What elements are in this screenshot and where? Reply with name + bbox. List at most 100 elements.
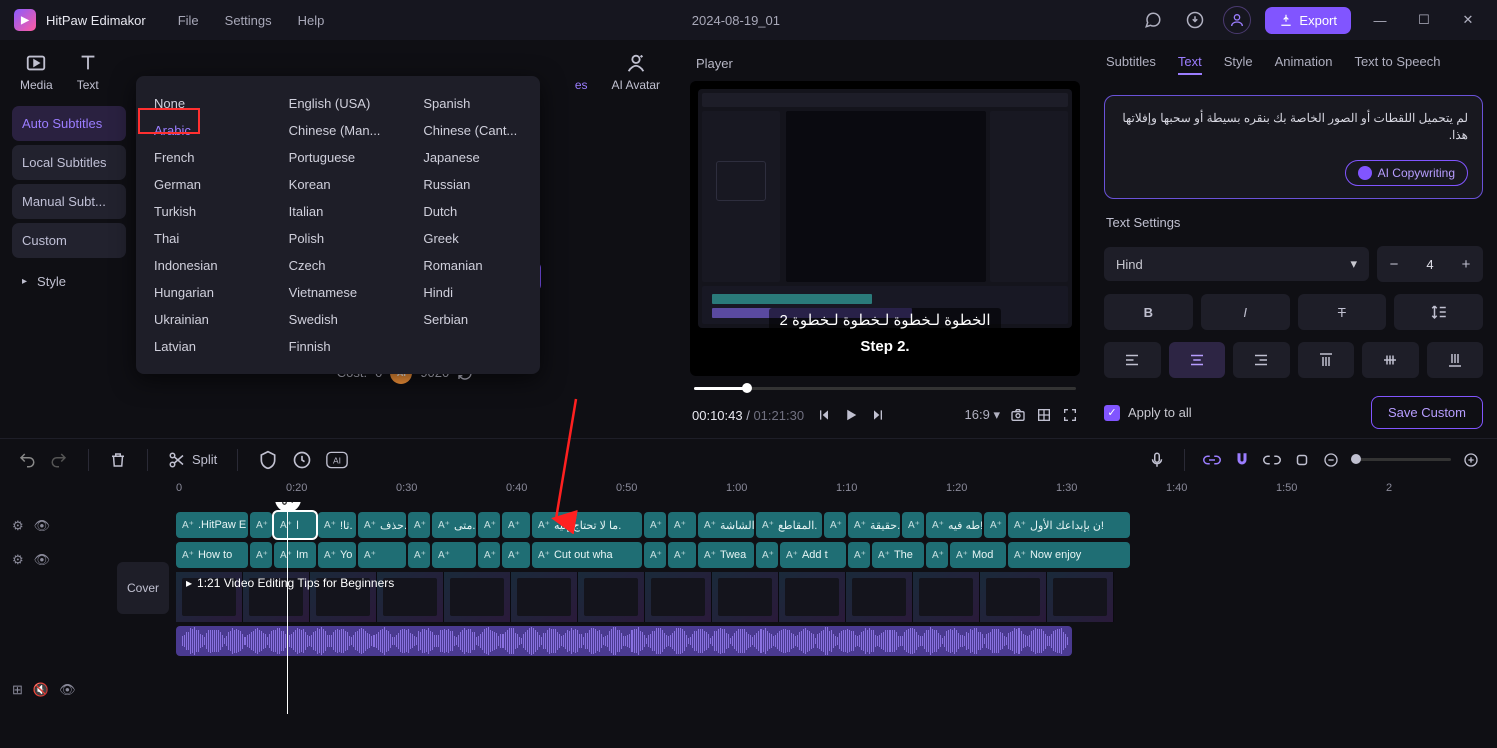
line-height-button[interactable] bbox=[1394, 294, 1483, 330]
mic-icon[interactable] bbox=[1148, 451, 1166, 469]
language-option[interactable]: Ukrainian bbox=[136, 306, 271, 333]
language-option[interactable]: Chinese (Man... bbox=[271, 117, 406, 144]
subtitle-clip[interactable]: A⁺ bbox=[250, 512, 272, 538]
tab-ai-avatar[interactable]: AI Avatar bbox=[612, 52, 660, 92]
subtitle-clip[interactable]: A⁺ bbox=[644, 512, 666, 538]
timeline-ruler[interactable]: 00:200:300:400:501:001:101:201:301:401:5… bbox=[176, 480, 1497, 502]
marker-icon[interactable] bbox=[258, 450, 278, 470]
rtab-style[interactable]: Style bbox=[1224, 54, 1253, 75]
language-option[interactable]: Korean bbox=[271, 171, 406, 198]
rtab-tts[interactable]: Text to Speech bbox=[1354, 54, 1440, 75]
subtab-manual-subtitles[interactable]: Manual Subt... bbox=[12, 184, 126, 219]
track-visibility-icon[interactable]: 👁 bbox=[34, 518, 51, 534]
subtitle-clip[interactable]: A⁺ bbox=[502, 542, 530, 568]
player-viewport[interactable]: الخطوة لـخطوة لـخطوة لـخطوة 2 Step 2. bbox=[690, 81, 1080, 376]
subtitle-track-arabic[interactable]: A⁺.HitPaw EA⁺A⁺اA⁺!ثا.A⁺حذف.A⁺A⁺متى.A⁺A⁺… bbox=[176, 512, 1497, 540]
subtitle-clip[interactable]: A⁺Yo bbox=[318, 542, 356, 568]
scrub-bar[interactable] bbox=[690, 376, 1080, 400]
next-frame-icon[interactable] bbox=[870, 407, 886, 423]
subtab-custom[interactable]: Custom bbox=[12, 223, 126, 258]
video-track[interactable]: ▸ 1:21 Video Editing Tips for Beginners bbox=[176, 572, 1497, 624]
language-option[interactable]: Thai bbox=[136, 225, 271, 252]
speed-icon[interactable] bbox=[292, 450, 312, 470]
subtitle-clip[interactable]: A⁺Now enjoy bbox=[1008, 542, 1130, 568]
tab-subtitles-partial[interactable]: es bbox=[575, 78, 588, 92]
language-option[interactable]: German bbox=[136, 171, 271, 198]
subtitle-clip[interactable]: A⁺متى. bbox=[432, 512, 476, 538]
download-icon[interactable] bbox=[1181, 6, 1209, 34]
subtitle-clip[interactable]: A⁺ bbox=[926, 542, 948, 568]
play-icon[interactable] bbox=[842, 406, 860, 424]
subtitle-clip[interactable]: A⁺ bbox=[984, 512, 1006, 538]
language-option[interactable]: French bbox=[136, 144, 271, 171]
aspect-ratio[interactable]: 16:9 ▾ bbox=[965, 407, 1000, 423]
language-option[interactable]: Turkish bbox=[136, 198, 271, 225]
zoom-in-icon[interactable] bbox=[1463, 452, 1479, 468]
language-option[interactable]: Hungarian bbox=[136, 279, 271, 306]
subtitle-clip[interactable]: A⁺Im bbox=[274, 542, 316, 568]
align-right-button[interactable] bbox=[1233, 342, 1290, 378]
valign-middle-button[interactable] bbox=[1362, 342, 1419, 378]
valign-bottom-button[interactable] bbox=[1427, 342, 1484, 378]
playhead[interactable] bbox=[287, 502, 288, 714]
zoom-out-icon[interactable] bbox=[1323, 452, 1339, 468]
tab-text[interactable]: Text bbox=[77, 52, 99, 92]
language-option[interactable]: Latvian bbox=[136, 333, 271, 360]
subtitle-clip[interactable]: A⁺Add t bbox=[780, 542, 846, 568]
delete-icon[interactable] bbox=[109, 451, 127, 469]
italic-button[interactable]: I bbox=[1201, 294, 1290, 330]
language-option[interactable]: Serbian bbox=[405, 306, 540, 333]
language-option[interactable]: Czech bbox=[271, 252, 406, 279]
tab-media[interactable]: Media bbox=[20, 52, 53, 92]
subtitle-clip[interactable]: A⁺ن بإبداعك الأول! bbox=[1008, 512, 1130, 538]
subtitle-clip[interactable]: A⁺حذف. bbox=[358, 512, 406, 538]
language-option[interactable]: Dutch bbox=[405, 198, 540, 225]
subtitle-clip[interactable]: A⁺ bbox=[668, 542, 696, 568]
valign-top-button[interactable] bbox=[1298, 342, 1355, 378]
subtitle-clip[interactable]: A⁺المقاطع. bbox=[756, 512, 822, 538]
subtitle-text-input[interactable]: لم يتحميل اللقطات أو الصور الخاصة بك بنق… bbox=[1119, 110, 1468, 148]
language-option[interactable]: Chinese (Cant... bbox=[405, 117, 540, 144]
language-option[interactable]: Spanish bbox=[405, 90, 540, 117]
apply-to-all-checkbox[interactable]: ✓Apply to all bbox=[1104, 405, 1192, 421]
language-option[interactable]: None bbox=[136, 90, 271, 117]
subtitle-clip[interactable]: A⁺الشاشة. bbox=[698, 512, 754, 538]
language-option[interactable]: Hindi bbox=[405, 279, 540, 306]
font-size-stepper[interactable]: − 4 + bbox=[1377, 246, 1483, 282]
align-left-button[interactable] bbox=[1104, 342, 1161, 378]
track-mute-icon[interactable]: 🔇 bbox=[33, 682, 49, 698]
window-maximize[interactable]: ☐ bbox=[1409, 5, 1439, 35]
language-option[interactable]: Swedish bbox=[271, 306, 406, 333]
subtitle-clip[interactable]: A⁺ما لا تحتاج إليه. bbox=[532, 512, 642, 538]
unlink-icon[interactable] bbox=[1263, 451, 1281, 469]
prev-frame-icon[interactable] bbox=[816, 407, 832, 423]
subtitle-clip[interactable]: A⁺ bbox=[644, 542, 666, 568]
subtitle-clip[interactable]: A⁺ bbox=[668, 512, 696, 538]
language-option[interactable]: English (USA) bbox=[271, 90, 406, 117]
track-lock-icon[interactable]: ⊞ bbox=[12, 682, 23, 698]
fullscreen-icon[interactable] bbox=[1062, 407, 1078, 423]
strikethrough-button[interactable]: T bbox=[1298, 294, 1387, 330]
cover-button[interactable]: Cover bbox=[117, 562, 169, 614]
subtitle-clip[interactable]: A⁺How to bbox=[176, 542, 248, 568]
subtitle-clip[interactable]: A⁺ bbox=[478, 512, 500, 538]
language-option[interactable]: Vietnamese bbox=[271, 279, 406, 306]
language-option[interactable]: Polish bbox=[271, 225, 406, 252]
font-size-decrease[interactable]: − bbox=[1377, 246, 1411, 282]
subtitle-clip[interactable]: A⁺!ثا. bbox=[318, 512, 356, 538]
undo-icon[interactable] bbox=[18, 451, 36, 469]
menu-settings[interactable]: Settings bbox=[217, 9, 280, 32]
align-center-button[interactable] bbox=[1169, 342, 1226, 378]
subtab-style[interactable]: Style bbox=[12, 262, 126, 293]
menu-file[interactable]: File bbox=[170, 9, 207, 32]
font-select[interactable]: Hind▾ bbox=[1104, 247, 1369, 281]
language-option[interactable]: Russian bbox=[405, 171, 540, 198]
track-visibility-icon[interactable]: 👁 bbox=[59, 682, 76, 698]
account-icon[interactable] bbox=[1223, 6, 1251, 34]
subtitle-clip[interactable]: A⁺ bbox=[408, 512, 430, 538]
link-icon[interactable] bbox=[1203, 451, 1221, 469]
language-option[interactable]: Romanian bbox=[405, 252, 540, 279]
track-visibility-icon[interactable]: 👁 bbox=[34, 552, 51, 568]
subtitle-clip[interactable]: A⁺Twea bbox=[698, 542, 754, 568]
subtitle-clip[interactable]: A⁺.HitPaw E bbox=[176, 512, 248, 538]
